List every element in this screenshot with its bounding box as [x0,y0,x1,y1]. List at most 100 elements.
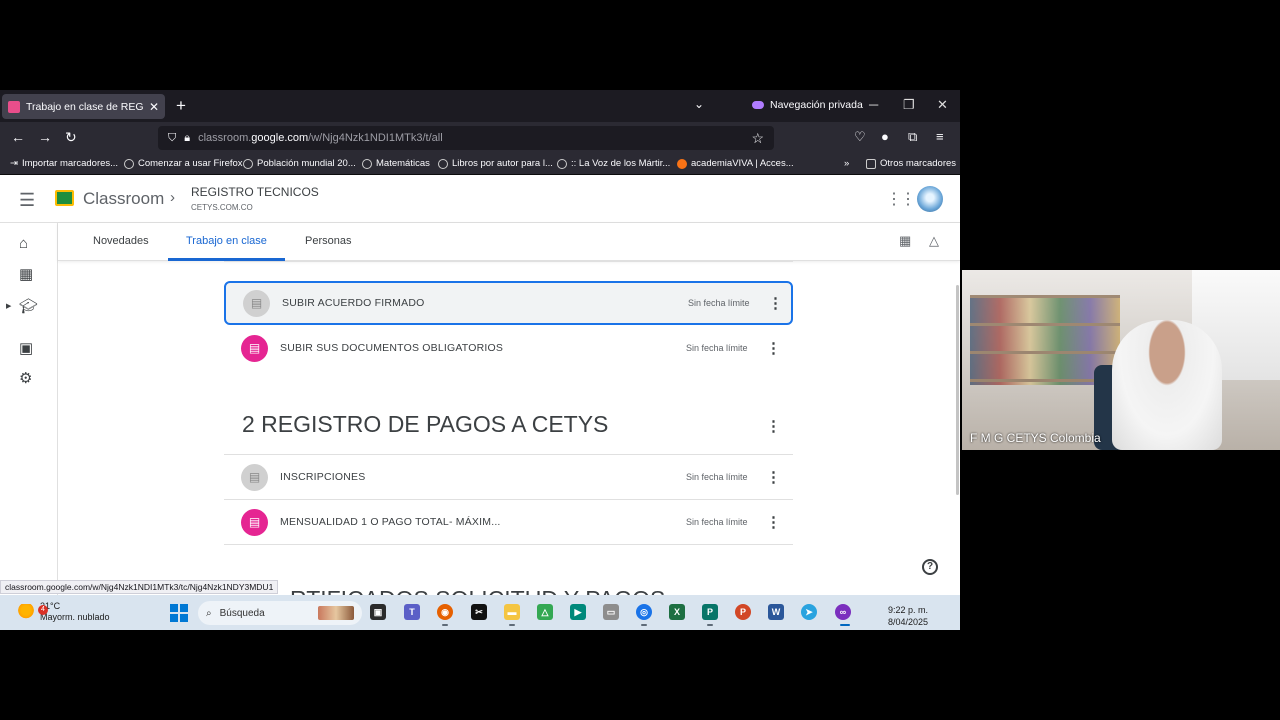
browser-window: Trabajo en clase de REGISTRO T ✕ + ⌄ Nav… [0,90,960,630]
topic-more-vert-icon[interactable]: ⋮ [766,417,781,435]
browser-tab[interactable]: Trabajo en clase de REGISTRO T ✕ [2,94,165,119]
globe-icon [438,158,448,169]
course-title[interactable]: REGISTRO TECNICOS [191,185,319,199]
expand-arrow-icon[interactable]: ▶ [6,302,11,310]
tab-personas[interactable]: Personas [305,223,351,261]
taskbar-search[interactable]: ⌕ Búsqueda [198,601,362,625]
bookmark-item[interactable]: Matemáticas [362,158,430,169]
app-icon[interactable]: ▭ [603,604,619,620]
publisher-icon[interactable]: P [702,604,718,620]
telegram-icon[interactable]: ➤ [801,604,817,620]
private-label: Navegación privada [770,99,863,111]
close-window-icon[interactable]: ✕ [937,97,948,113]
chevron-down-icon[interactable]: ⌄ [694,97,704,111]
file-explorer-icon[interactable]: ▬ [504,604,520,620]
tab-title: Trabajo en clase de REGISTRO T [26,100,143,113]
lock-icon[interactable]: 🔒︎ [184,132,190,145]
task-view-icon[interactable]: ▣ [370,604,386,620]
scrollbar[interactable] [956,285,959,495]
more-vert-icon[interactable]: ⋮ [766,513,781,531]
minimize-icon[interactable]: ─ [869,97,878,112]
bookmark-star-icon[interactable]: ☆ [751,130,764,147]
menu-icon[interactable]: ≡ [936,129,944,144]
excel-icon[interactable]: X [669,604,685,620]
search-placeholder: Búsqueda [219,607,265,619]
avatar[interactable] [917,186,943,212]
bookmark-item[interactable]: Población mundial 20... [243,158,356,169]
bookmark-item[interactable]: :: La Voz de los Mártir... [557,158,670,169]
more-bookmarks-icon[interactable]: » [844,158,849,169]
more-vert-icon[interactable]: ⋮ [766,339,781,357]
other-bookmarks[interactable]: Otros marcadores [866,158,956,169]
assignment-item[interactable]: ▤ SUBIR ACUERDO FIRMADO Sin fecha límite… [224,281,793,325]
url-bar[interactable]: ⛉ 🔒︎ classroom.google.com/w/Njg4Nzk1NDI1… [158,126,774,150]
assignment-due: Sin fecha límite [686,472,748,482]
bookmark-item[interactable]: ⇥ Importar marcadores... [10,158,118,169]
assignment-item[interactable]: ▤ INSCRIPCIONES Sin fecha límite ⋮ [224,455,793,499]
tab-trabajo-en-clase[interactable]: Trabajo en clase [168,223,285,261]
topic-title[interactable]: 2 REGISTRO DE PAGOS A CETYS [242,411,608,438]
assignment-title: SUBIR ACUERDO FIRMADO [282,297,425,309]
new-tab-button[interactable]: + [176,96,186,116]
more-vert-icon[interactable]: ⋮ [768,294,783,312]
enrolled-classes-icon[interactable]: 🎓︎ [19,297,38,315]
forward-icon[interactable]: → [38,129,52,145]
home-icon[interactable]: ⌂ [19,235,28,252]
webcam-caption: F M G CETYS Colombia [970,431,1101,445]
weather-widget[interactable]: 4 21°C Mayorm. nublado [14,601,110,623]
more-vert-icon[interactable]: ⋮ [766,468,781,486]
word-icon[interactable]: W [768,604,784,620]
back-icon[interactable]: ← [11,129,25,145]
extensions-icon[interactable]: ⧉ [908,129,917,145]
app-name[interactable]: Classroom [83,189,164,209]
pocket-icon[interactable]: ♡ [854,129,866,145]
powerpoint-icon[interactable]: P [735,604,751,620]
firefox-icon[interactable]: ◉ [437,604,453,620]
course-subtitle: CETYS.COM.CO [191,203,253,212]
taskbar: 4 21°C Mayorm. nublado ⌕ Búsqueda ▣ T ◉ … [0,595,960,630]
account-icon[interactable]: ● [881,129,889,144]
classwork-list: ▤ SUBIR ACUERDO FIRMADO Sin fecha límite… [58,261,960,630]
clock[interactable]: 9:22 p. m. 8/04/2025 [888,604,928,628]
drive-folder-icon[interactable]: △ [929,233,939,249]
assignment-title: MENSUALIDAD 1 O PAGO TOTAL- MÁXIM... [280,516,501,528]
windows-start-icon[interactable] [170,604,188,622]
close-tab-icon[interactable]: ✕ [149,100,159,114]
teams-icon[interactable]: T [404,604,420,620]
archive-icon[interactable]: ▣ [19,339,33,357]
weather-desc: Mayorm. nublado [40,612,110,622]
assignment-icon: ▤ [241,334,268,362]
weather-temp: 21°C [40,601,61,611]
running-indicator [707,624,713,626]
google-meet-icon[interactable]: ▶ [570,604,586,620]
globe-icon [243,158,253,169]
assignment-due: Sin fecha límite [688,298,750,308]
help-icon[interactable]: ? [922,559,938,575]
settings-gear-icon[interactable]: ⚙ [19,369,32,387]
chrome-icon[interactable]: ◎ [636,604,652,620]
shield-icon[interactable]: ⛉ [168,132,176,145]
webcam-feed: F M G CETYS Colombia [962,270,1280,450]
tab-novedades[interactable]: Novedades [93,223,149,261]
capcut-icon[interactable]: ✂ [471,604,487,620]
bookmark-item[interactable]: Libros por autor para l... [438,158,553,169]
bookmark-item[interactable]: Comenzar a usar Firefox [124,158,243,169]
main-menu-icon[interactable]: ☰ [19,190,35,211]
assignment-item[interactable]: ▤ SUBIR SUS DOCUMENTOS OBLIGATORIOS Sin … [224,326,793,370]
calendar-icon[interactable]: ▦ [19,265,33,283]
google-drive-icon[interactable]: △ [537,604,553,620]
assignment-item[interactable]: ▤ MENSUALIDAD 1 O PAGO TOTAL- MÁXIM... S… [224,500,793,544]
page-tabs: Novedades Trabajo en clase Personas ▦ △ [58,223,960,261]
classroom-logo-icon[interactable] [55,190,74,206]
notification-badge: 4 [38,605,48,615]
private-firefox-icon[interactable]: ∞ [835,604,851,620]
active-indicator [840,624,850,626]
assignment-title: SUBIR SUS DOCUMENTOS OBLIGATORIOS [280,342,504,354]
assignment-icon: ▤ [241,463,268,491]
url-text[interactable]: classroom.google.com/w/Njg4Nzk1NDI1MTk3/… [198,132,443,144]
running-indicator [509,624,515,626]
restore-icon[interactable]: ❐ [903,97,915,113]
google-calendar-icon[interactable]: ▦ [899,233,911,249]
bookmark-item[interactable]: academiaVIVA | Acces... [677,158,794,169]
reload-icon[interactable]: ↻ [65,129,77,146]
